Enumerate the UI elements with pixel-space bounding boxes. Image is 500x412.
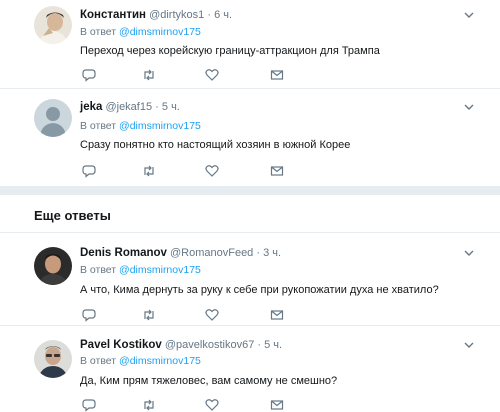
tweet[interactable]: Denis Romanov @RomanovFeed · 3 ч. В отве… — [0, 233, 500, 325]
user-handle[interactable]: @dirtykos1 — [149, 9, 204, 21]
tweet[interactable]: Константин @dirtykos1 · 6 ч. В ответ @di… — [0, 0, 500, 88]
separator-dot: · — [155, 101, 159, 113]
tweet[interactable]: jeka @jekaf15 · 5 ч. В ответ @dimsmirnov… — [0, 89, 500, 186]
reply-mention-link[interactable]: @dimsmirnov175 — [119, 355, 201, 367]
reply-icon[interactable] — [82, 164, 96, 178]
user-handle[interactable]: @RomanovFeed — [170, 247, 253, 259]
tweet-text: Переход через корейскую границу-аттракци… — [80, 45, 380, 57]
reply-mention-link[interactable]: @dimsmirnov175 — [119, 26, 201, 38]
avatar-image — [34, 340, 72, 378]
reply-prefix: В ответ — [80, 355, 117, 367]
timestamp[interactable]: 3 ч. — [263, 247, 281, 259]
avatar[interactable] — [34, 6, 72, 44]
user-name[interactable]: Pavel Kostikov — [80, 339, 162, 351]
user-handle[interactable]: @jekaf15 — [105, 101, 152, 113]
avatar[interactable] — [34, 247, 72, 285]
reply-icon[interactable] — [82, 68, 96, 82]
user-name[interactable]: Константин — [80, 9, 146, 21]
reply-icon[interactable] — [82, 308, 96, 322]
tweet-text: Сразу понятно кто настоящий хозяин в южн… — [80, 139, 351, 151]
tweet-text: А что, Кима дернуть за руку к себе при р… — [80, 284, 439, 296]
reply-prefix: В ответ — [80, 26, 117, 38]
chevron-down-icon[interactable] — [464, 102, 474, 112]
retweet-icon[interactable] — [142, 398, 156, 412]
user-name[interactable]: Denis Romanov — [80, 247, 167, 259]
separator-dot: · — [207, 9, 211, 21]
more-replies-heading: Еще ответы — [34, 208, 111, 223]
retweet-icon[interactable] — [142, 68, 156, 82]
retweet-icon[interactable] — [142, 308, 156, 322]
envelope-icon[interactable] — [270, 308, 284, 322]
chevron-down-icon[interactable] — [464, 340, 474, 350]
tweet[interactable]: Pavel Kostikov @pavelkostikov67 · 5 ч. В… — [0, 326, 500, 412]
envelope-icon[interactable] — [270, 68, 284, 82]
reply-prefix: В ответ — [80, 120, 117, 132]
tweet-text: Да, Ким прям тяжеловес, вам самому не см… — [80, 375, 338, 387]
avatar[interactable] — [34, 340, 72, 378]
timestamp[interactable]: 5 ч. — [162, 101, 180, 113]
reply-mention-link[interactable]: @dimsmirnov175 — [119, 120, 201, 132]
user-name[interactable]: jeka — [80, 101, 102, 113]
chevron-down-icon[interactable] — [464, 248, 474, 258]
reply-icon[interactable] — [82, 398, 96, 412]
avatar-image — [34, 6, 72, 44]
reply-mention-link[interactable]: @dimsmirnov175 — [119, 264, 201, 276]
section-separator — [0, 186, 500, 195]
envelope-icon[interactable] — [270, 398, 284, 412]
chevron-down-icon[interactable] — [464, 10, 474, 20]
reply-prefix: В ответ — [80, 264, 117, 276]
heart-icon[interactable] — [205, 398, 219, 412]
timestamp[interactable]: 5 ч. — [264, 339, 282, 351]
retweet-icon[interactable] — [142, 164, 156, 178]
separator-dot: · — [257, 339, 262, 351]
separator-dot: · — [256, 247, 261, 259]
timestamp[interactable]: 6 ч. — [214, 9, 232, 21]
heart-icon[interactable] — [205, 68, 219, 82]
heart-icon[interactable] — [205, 164, 219, 178]
user-handle[interactable]: @pavelkostikov67 — [165, 339, 254, 351]
avatar[interactable] — [34, 99, 72, 137]
heart-icon[interactable] — [205, 308, 219, 322]
avatar-image — [34, 247, 72, 285]
default-avatar-icon — [34, 99, 72, 137]
envelope-icon[interactable] — [270, 164, 284, 178]
